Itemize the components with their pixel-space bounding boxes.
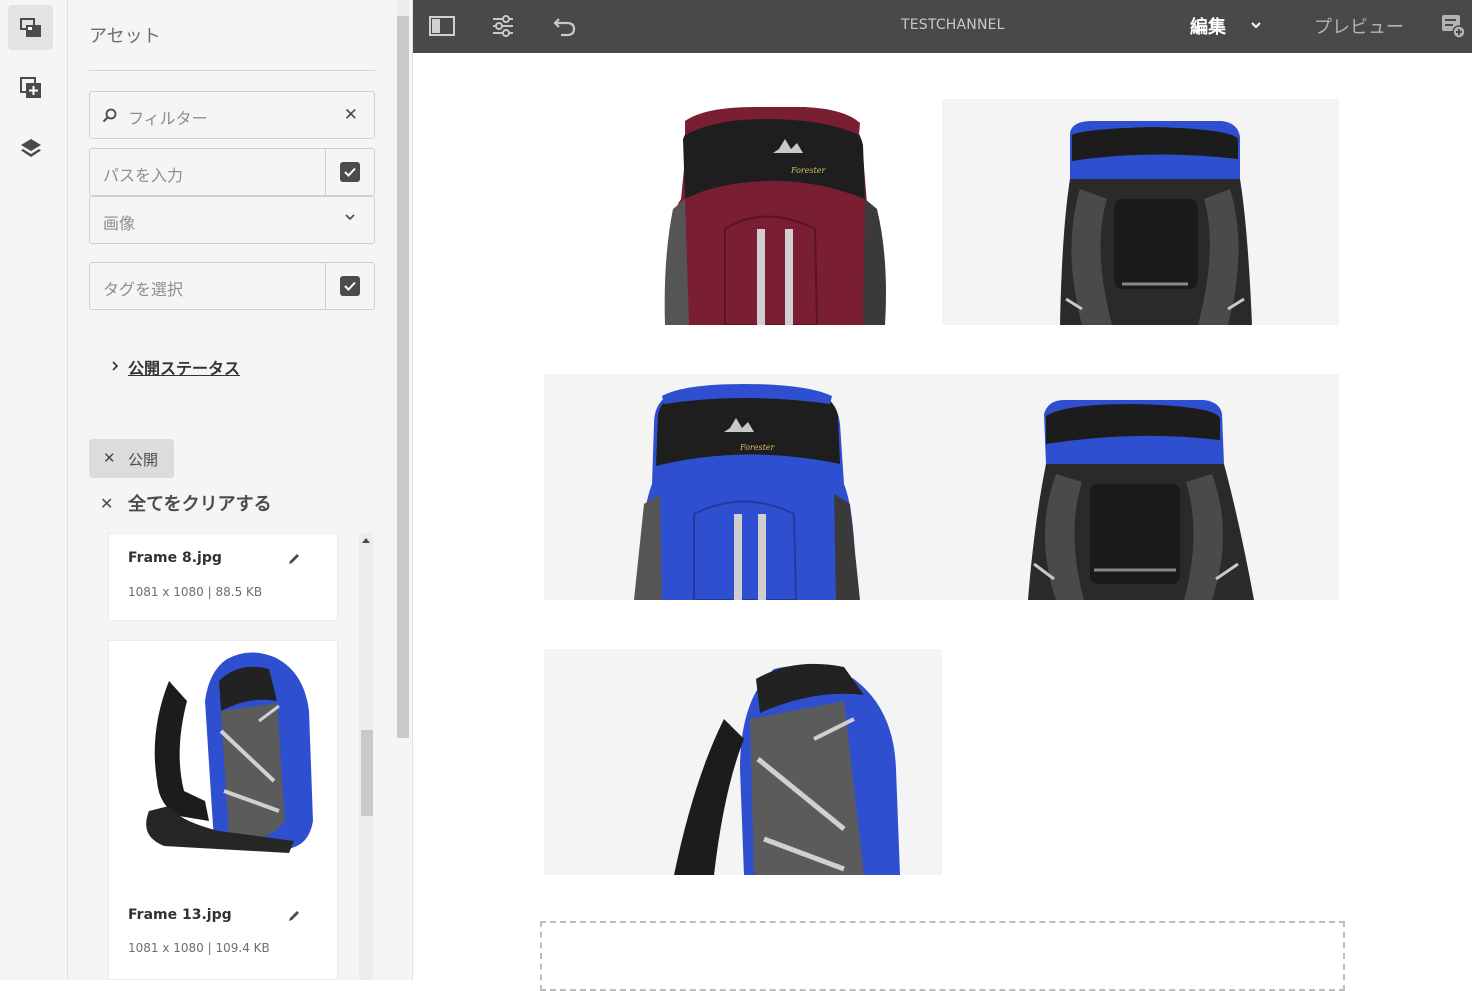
publish-status-toggle[interactable]: 公開ステータス bbox=[128, 355, 240, 379]
search-icon bbox=[102, 108, 117, 123]
assets-panel: アセット フィルター ✕ パスを入力 画像 タグを選択 公開ステータス ✕ 公開… bbox=[68, 0, 413, 980]
panel-title: アセット bbox=[89, 26, 161, 47]
filter-field[interactable]: フィルター ✕ bbox=[89, 91, 375, 139]
asset-card[interactable]: Frame 8.jpg 1081 x 1080 | 88.5 KB bbox=[108, 533, 338, 621]
components-tab[interactable] bbox=[8, 65, 53, 110]
toggle-side-panel-icon[interactable] bbox=[429, 15, 455, 37]
scroll-up-icon[interactable] bbox=[362, 538, 370, 543]
asset-list-scroll-thumb[interactable] bbox=[361, 730, 373, 816]
active-filter-tag[interactable]: ✕ 公開 bbox=[89, 439, 174, 478]
undo-icon[interactable] bbox=[553, 15, 577, 37]
svg-text:Forester: Forester bbox=[790, 166, 827, 175]
component-drop-zone[interactable] bbox=[540, 921, 1345, 991]
path-picker-button[interactable] bbox=[325, 149, 374, 195]
checkmark-icon bbox=[340, 162, 360, 182]
asset-type-value: 画像 bbox=[103, 214, 136, 233]
filter-input[interactable]: フィルター bbox=[128, 105, 208, 129]
clear-all-icon[interactable]: ✕ bbox=[100, 494, 113, 513]
page-canvas: Forester Forester bbox=[413, 53, 1472, 991]
tag-field[interactable]: タグを選択 bbox=[89, 262, 375, 310]
asset-type-select[interactable]: 画像 bbox=[89, 196, 375, 244]
chevron-down-icon[interactable] bbox=[1250, 19, 1262, 31]
assets-tab[interactable] bbox=[8, 5, 53, 50]
path-field[interactable]: パスを入力 bbox=[89, 148, 375, 196]
clear-all-button[interactable]: 全てをクリアする bbox=[128, 490, 272, 516]
remove-tag-icon[interactable]: ✕ bbox=[103, 449, 116, 467]
asset-card[interactable]: Frame 13.jpg 1081 x 1080 | 109.4 KB bbox=[108, 640, 338, 980]
backpack-back-blue-tile[interactable] bbox=[942, 99, 1339, 325]
backpack-front-blue-image: Forester bbox=[544, 374, 1339, 600]
chevron-down-icon bbox=[345, 214, 355, 221]
mode-selector[interactable]: 編集 bbox=[1190, 13, 1226, 39]
path-input[interactable]: パスを入力 bbox=[103, 162, 183, 186]
edit-icon[interactable] bbox=[287, 909, 301, 923]
layers-icon bbox=[20, 138, 41, 157]
assets-icon bbox=[19, 17, 41, 37]
side-rail bbox=[0, 0, 68, 980]
edit-icon[interactable] bbox=[287, 552, 301, 566]
backpack-back-blue-image bbox=[942, 99, 1339, 325]
annotate-icon[interactable] bbox=[1440, 13, 1466, 39]
tag-picker-button[interactable] bbox=[325, 263, 374, 309]
backpack-front-maroon-image[interactable]: Forester bbox=[645, 99, 905, 325]
layers-tab[interactable] bbox=[8, 125, 53, 170]
page-properties-icon[interactable] bbox=[491, 14, 515, 38]
components-icon bbox=[19, 76, 41, 98]
asset-meta: 1081 x 1080 | 88.5 KB bbox=[128, 585, 263, 599]
panel-scrollbar-track bbox=[397, 0, 409, 16]
checkmark-icon bbox=[340, 276, 360, 296]
channel-title: TESTCHANNEL bbox=[901, 17, 1005, 33]
asset-name: Frame 13.jpg bbox=[128, 907, 232, 923]
asset-list: Frame 8.jpg 1081 x 1080 | 88.5 KB Frame … bbox=[108, 533, 338, 980]
divider bbox=[89, 70, 375, 71]
asset-name: Frame 8.jpg bbox=[128, 550, 222, 566]
backpack-side-tile[interactable] bbox=[544, 649, 942, 875]
svg-text:Forester: Forester bbox=[739, 443, 776, 452]
clear-filter-icon[interactable]: ✕ bbox=[344, 105, 358, 125]
active-filter-label: 公開 bbox=[128, 451, 159, 469]
backpack-side-blue-image bbox=[544, 649, 942, 875]
editor-toolbar: TESTCHANNEL 編集 プレビュー bbox=[413, 0, 1472, 53]
asset-meta: 1081 x 1080 | 109.4 KB bbox=[128, 941, 270, 955]
preview-button[interactable]: プレビュー bbox=[1314, 13, 1404, 39]
tag-input[interactable]: タグを選択 bbox=[103, 276, 183, 300]
asset-thumbnail bbox=[109, 641, 337, 871]
backpack-row-tile[interactable]: Forester bbox=[544, 374, 1339, 600]
panel-scrollbar[interactable] bbox=[397, 16, 409, 738]
chevron-right-icon[interactable] bbox=[111, 360, 119, 372]
